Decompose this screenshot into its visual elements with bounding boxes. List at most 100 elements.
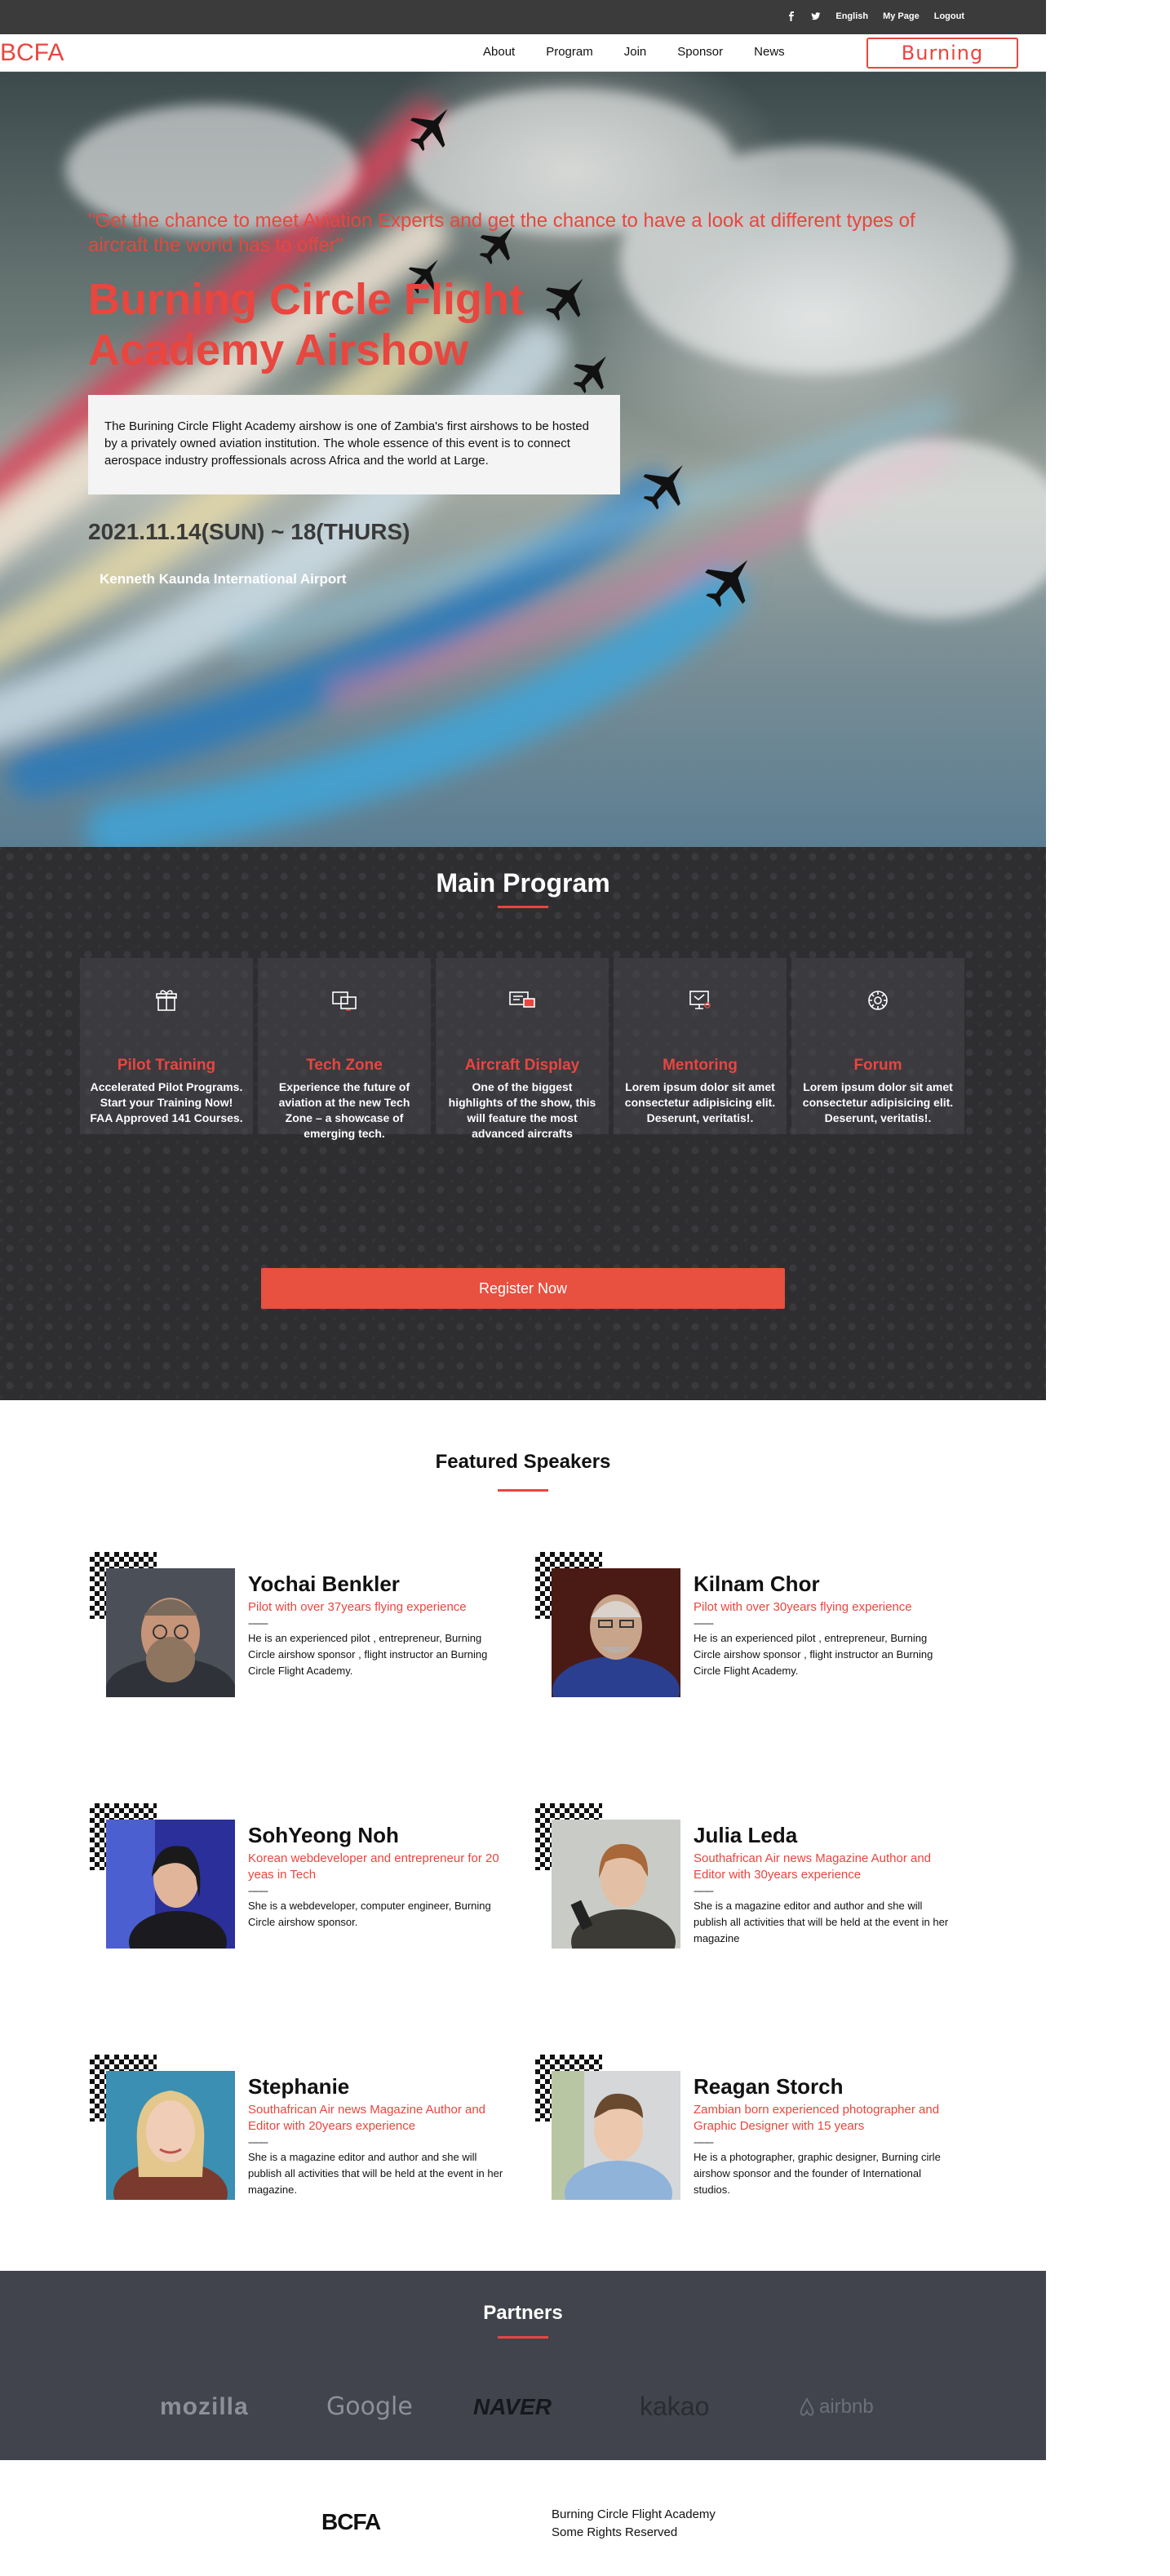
- speaker-name: Reagan Storch: [694, 2074, 844, 2099]
- logout-link[interactable]: Logout: [934, 11, 964, 21]
- speaker-role: Southafrican Air news Magazine Author an…: [248, 2103, 486, 2133]
- speaker-name: Kilnam Chor: [694, 1572, 820, 1596]
- event-dates: 2021.11.14(SUN) ~ 18(THURS): [88, 519, 410, 544]
- nav-item-join[interactable]: Join: [624, 45, 647, 59]
- speaker-divider: ---------: [694, 1619, 714, 1629]
- display-icon: [509, 991, 535, 1008]
- speaker-bio: She is a webdeveloper, computer engineer…: [248, 1900, 491, 1928]
- speaker-name: SohYeong Noh: [248, 1823, 399, 1847]
- speaker-photo: [106, 1820, 235, 1949]
- site-logo[interactable]: BCFA: [0, 39, 64, 67]
- speaker-divider: ---------: [694, 2138, 714, 2148]
- card-text: Lorem ipsum dolor sit amet consectetur a…: [624, 1080, 776, 1124]
- speaker-name: Stephanie: [248, 2074, 350, 2099]
- speaker-name: Yochai Benkler: [248, 1572, 400, 1596]
- speaker-bio: He is a photographer, graphic designer, …: [694, 2151, 941, 2196]
- speaker-photo: [552, 1820, 680, 1949]
- top-utility-bar: English My Page Logout: [0, 0, 1046, 34]
- speaker-card: Stephanie Southafrican Air news Magazine…: [90, 2055, 514, 2218]
- card-title: Aircraft Display: [464, 1057, 580, 1074]
- speaker-card: Reagan Storch Zambian born experienced p…: [535, 2055, 959, 2218]
- card-title: Mentoring: [663, 1057, 738, 1074]
- main-nav: BCFA About Program Join Sponsor News Bur…: [0, 34, 1046, 92]
- hero-banner: "Get the chance to meet Aviation Experts…: [0, 72, 1046, 847]
- speakers-title: Featured Speakers: [435, 1451, 611, 1473]
- nav-menu: About Program Join Sponsor News: [483, 45, 816, 59]
- card-text: One of the biggest highlights of the sho…: [448, 1080, 596, 1140]
- facebook-icon[interactable]: [787, 11, 796, 21]
- speaker-bio: She is a magazine editor and author and …: [248, 2151, 503, 2196]
- card-title: Pilot Training: [117, 1057, 216, 1074]
- nav-item-sponsor[interactable]: Sponsor: [677, 45, 723, 59]
- speaker-card: SohYeong Noh Korean webdeveloper and ent…: [90, 1803, 514, 1966]
- speaker-role: Pilot with over 30years flying experienc…: [694, 1600, 912, 1614]
- program-card-tech-zone[interactable]: Tech Zone Experience the future of aviat…: [258, 958, 431, 1140]
- nav-item-program[interactable]: Program: [546, 45, 593, 59]
- speaker-photo: [552, 2071, 680, 2200]
- hero-description-box: The Burining Circle Flight Academy airsh…: [88, 395, 620, 494]
- card-text: Lorem ipsum dolor sit amet consectetur a…: [802, 1080, 954, 1124]
- speaker-card: Yochai Benkler Pilot with over 37years f…: [90, 1552, 514, 1715]
- speaker-bio: He is an experienced pilot , entrepreneu…: [248, 1632, 488, 1677]
- speaker-divider: ---------: [248, 1619, 268, 1629]
- speaker-name: Julia Leda: [694, 1823, 798, 1847]
- speaker-role: Korean webdeveloper and entrepreneur for…: [248, 1851, 499, 1882]
- screens-icon: [332, 991, 357, 1011]
- partner-logo-mozilla[interactable]: mozilla: [160, 2393, 326, 2421]
- twitter-icon[interactable]: [811, 11, 821, 21]
- card-title: Forum: [853, 1057, 902, 1074]
- hero-quote: "Get the chance to meet Aviation Experts…: [88, 210, 915, 256]
- monitor-icon: [689, 991, 711, 1009]
- speaker-role: Southafrican Air news Magazine Author an…: [694, 1851, 932, 1882]
- partners-title: Partners: [483, 2302, 563, 2324]
- title-underline: [498, 2336, 548, 2339]
- footer: BCFA Burning Circle Flight Academy Some …: [0, 2460, 1046, 2576]
- brand-button[interactable]: Burning Circle: [866, 38, 1018, 92]
- program-card-forum[interactable]: Forum Lorem ipsum dolor sit amet consect…: [791, 958, 964, 1134]
- gift-icon: [156, 990, 177, 1011]
- footer-copyright: Some Rights Reserved: [552, 2525, 678, 2539]
- speaker-divider: ---------: [248, 2138, 268, 2148]
- nav-item-news[interactable]: News: [754, 45, 785, 59]
- card-title: Tech Zone: [306, 1057, 383, 1074]
- hero-description: The Burining Circle Flight Academy airsh…: [104, 419, 589, 468]
- footer-logo: BCFA: [321, 2509, 381, 2534]
- program-card-aircraft-display[interactable]: Aircraft Display One of the biggest high…: [436, 958, 609, 1140]
- section-title: Main Program: [436, 868, 610, 898]
- program-card-mentoring[interactable]: Mentoring Lorem ipsum dolor sit amet con…: [614, 958, 787, 1134]
- hero-title: Burning Circle Flight Academy Airshow: [88, 275, 524, 375]
- speaker-bio: She is a magazine editor and author and …: [694, 1900, 949, 1944]
- partner-logo-naver[interactable]: NAVER: [473, 2394, 640, 2420]
- register-now-button[interactable]: Register Now: [261, 1268, 785, 1309]
- program-cards: Pilot Training Accelerated Pilot Program…: [80, 958, 964, 1140]
- footer-company: Burning Circle Flight Academy: [552, 2507, 716, 2521]
- speaker-photo: [106, 1568, 235, 1697]
- partner-logo-kakao[interactable]: kakao: [640, 2392, 798, 2422]
- title-underline: [498, 906, 548, 908]
- gear-icon: [868, 991, 888, 1010]
- speaker-role: Zambian born experienced photographer an…: [694, 2103, 940, 2133]
- language-link[interactable]: English: [835, 11, 868, 21]
- speaker-divider: ---------: [694, 1887, 714, 1896]
- page: English My Page Logout BCFA About Progra…: [0, 0, 1170, 2576]
- utility-links: English My Page Logout: [787, 11, 964, 21]
- partners-section: Partners mozilla Google NAVER kakao airb…: [0, 2271, 1046, 2460]
- partner-logo-google[interactable]: Google: [326, 2392, 473, 2421]
- program-card-pilot-training[interactable]: Pilot Training Accelerated Pilot Program…: [80, 958, 253, 1134]
- speaker-divider: ---------: [248, 1887, 268, 1896]
- title-underline: [498, 1489, 548, 1492]
- airbnb-icon: [800, 2396, 814, 2416]
- speaker-bio: He is an experienced pilot , entrepreneu…: [694, 1632, 933, 1677]
- event-venue: Kenneth Kaunda International Airport: [100, 571, 347, 587]
- speaker-card: Julia Leda Southafrican Air news Magazin…: [535, 1803, 959, 1966]
- airbnb-label: airbnb: [819, 2395, 874, 2418]
- main-program-section: Main Program Pilot Training Accelerated …: [0, 847, 1046, 1400]
- nav-item-about[interactable]: About: [483, 45, 515, 59]
- card-text: Experience the future of aviation at the…: [278, 1080, 410, 1140]
- mypage-link[interactable]: My Page: [883, 11, 920, 21]
- partner-logos: mozilla Google NAVER kakao airbnb: [160, 2392, 874, 2422]
- card-text: Accelerated Pilot Programs. Start your T…: [90, 1080, 243, 1124]
- speaker-photo: [552, 1568, 680, 1697]
- speaker-role: Pilot with over 37years flying experienc…: [248, 1600, 467, 1614]
- partner-logo-airbnb[interactable]: airbnb: [798, 2396, 874, 2419]
